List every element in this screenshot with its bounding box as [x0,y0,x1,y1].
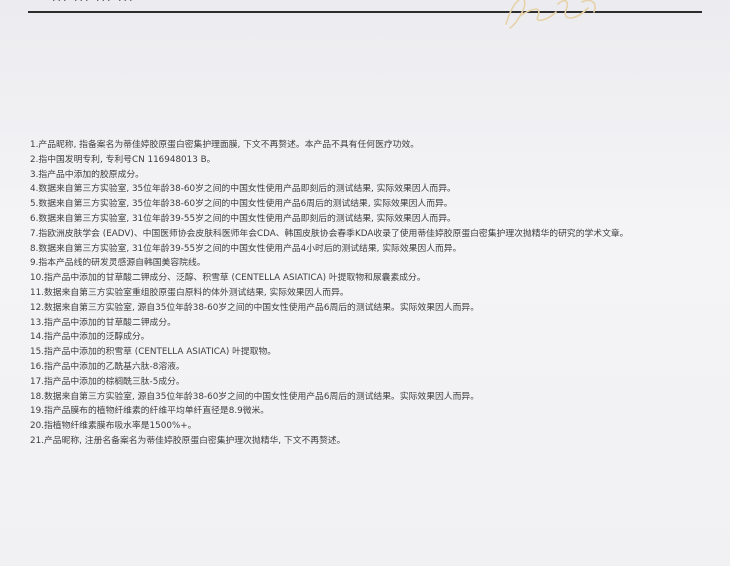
signature-logo [505,0,596,29]
footnote: 1.产品昵称, 指备案名为蒂佳婷胶原蛋白密集护理面膜, 下文不再赘述。本产品不具… [30,140,420,150]
footnote: 19.指产品膜布的植物纤维素的纤维平均单纤直径是8.9微米。 [30,406,270,417]
footnote: 5.数据来自第三方实验室, 35位年龄38-60岁之间的中国女性使用产品6周后的… [30,199,453,210]
top-cut-text: ... ... ... ... [52,0,134,4]
footnote: 4.数据来自第三方实验室, 35位年龄38-60岁之间的中国女性使用产品即刻后的… [30,184,456,195]
footnote: 16.指产品中添加的乙酰基六肽-8溶液。 [30,361,185,372]
footnote: 17.指产品中添加的棕榈酰三肽-5成分。 [30,376,185,387]
footnote: 13.指产品中添加的甘草酸二钾成分。 [30,317,176,328]
footnote: 9.指本产品线的研发灵感源自韩国美容院线。 [30,258,206,269]
footnote-list: 1.产品昵称, 指备案名为蒂佳婷胶原蛋白密集护理面膜, 下文不再赘述。本产品不具… [30,138,705,449]
footnote: 20.指植物纤维素膜布吸水率是1500%+。 [30,421,197,432]
footnote: 21.产品昵称, 注册名备案名为蒂佳婷胶原蛋白密集护理次抛精华, 下文不再赘述。 [30,435,346,446]
footnote: 14.指产品中添加的泛醇成分。 [30,332,150,343]
footnote: 8.数据来自第三方实验室, 31位年龄39-55岁之间的中国女性使用产品4小时后… [30,243,462,254]
footnote: 18.数据来自第三方实验室, 源自35位年龄38-60岁之间的中国女性使用产品6… [30,391,479,402]
footnote: 12.数据来自第三方实验室, 源自35位年龄38-60岁之间的中国女性使用产品6… [30,302,479,313]
footnote: 11.数据来自第三方实验室重组胶原蛋白原料的体外测试结果, 实际效果因人而异。 [30,287,349,298]
footnote: 2.指中国发明专利, 专利号CN 116948013 B。 [30,154,216,165]
footnote: 15.指产品中添加的积雪草 (CENTELLA ASIATICA) 叶提取物。 [30,347,277,358]
footnote: 3.指产品中添加的胶原成分。 [30,169,144,180]
footnote: 6.数据来自第三方实验室, 31位年龄39-55岁之间的中国女性使用产品即刻后的… [30,213,456,224]
footnote: 7.指欧洲皮肤学会 (EADV)、中国医师协会皮肤科医师年会CDA、韩国皮肤协会… [30,228,629,239]
footnote: 10.指产品中添加的甘草酸二钾成分、泛醇、积雪草 (CENTELLA ASIAT… [30,273,426,284]
